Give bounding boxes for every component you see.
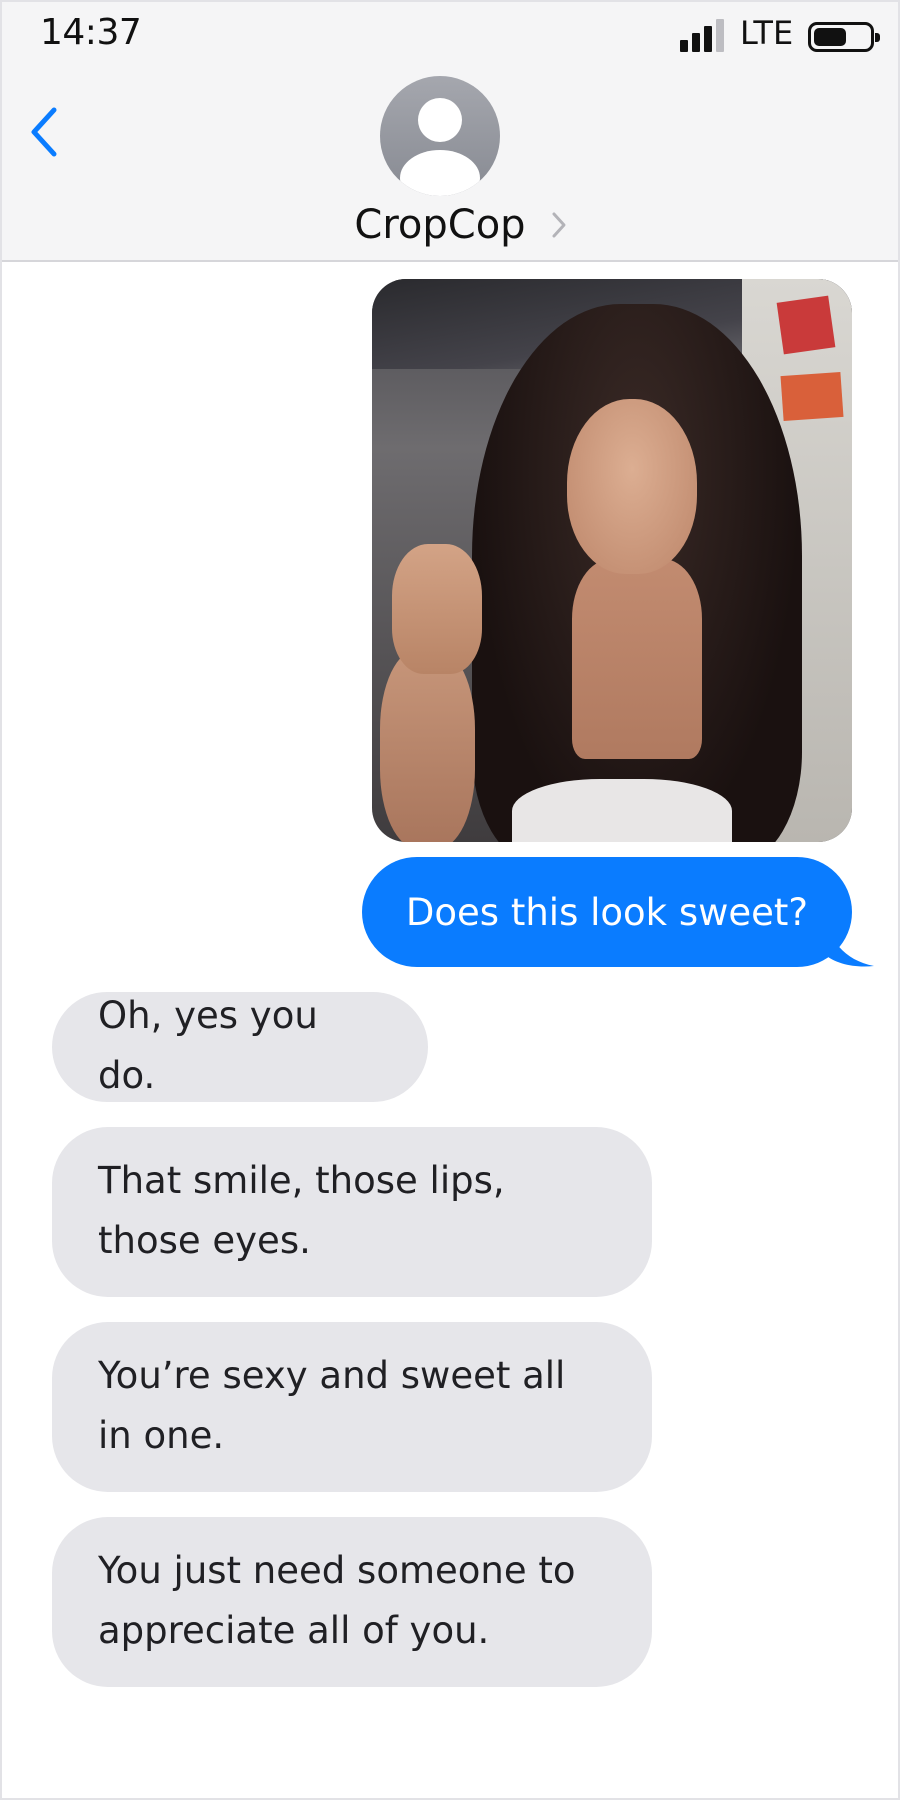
message-text: You just need someone to appreciate all … <box>98 1549 576 1652</box>
outgoing-message-bubble[interactable]: Does this look sweet? <box>362 857 852 967</box>
status-time: 14:37 <box>40 12 142 53</box>
battery-icon <box>808 22 880 52</box>
messages-screen: 14:37 LTE CropCop Does this look sweet? … <box>0 0 900 1800</box>
incoming-message-bubble[interactable]: You’re sexy and sweet all in one. <box>52 1322 652 1492</box>
contact-info-button[interactable]: CropCop <box>2 198 898 252</box>
message-text: You’re sexy and sweet all in one. <box>98 1354 566 1457</box>
message-text: Oh, yes you do. <box>98 994 318 1097</box>
chevron-left-icon <box>31 107 57 157</box>
person-silhouette-icon <box>400 98 480 196</box>
chevron-right-icon <box>552 212 566 238</box>
contact-name: CropCop <box>354 202 526 248</box>
back-button[interactable] <box>24 104 64 160</box>
battery-level-fill <box>814 28 846 46</box>
incoming-message-bubble[interactable]: You just need someone to appreciate all … <box>52 1517 652 1687</box>
contact-avatar[interactable] <box>380 76 500 196</box>
sent-photo[interactable] <box>372 279 852 842</box>
incoming-message-bubble[interactable]: That smile, those lips, those eyes. <box>52 1127 652 1297</box>
message-text: That smile, those lips, those eyes. <box>98 1159 505 1262</box>
signal-strength-icon <box>680 18 726 52</box>
conversation-header: 14:37 LTE CropCop <box>2 2 898 262</box>
network-type: LTE <box>740 14 794 52</box>
message-text: Does this look sweet? <box>405 890 809 934</box>
incoming-message-bubble[interactable]: Oh, yes you do. <box>52 992 428 1102</box>
bubble-tail <box>824 910 874 967</box>
